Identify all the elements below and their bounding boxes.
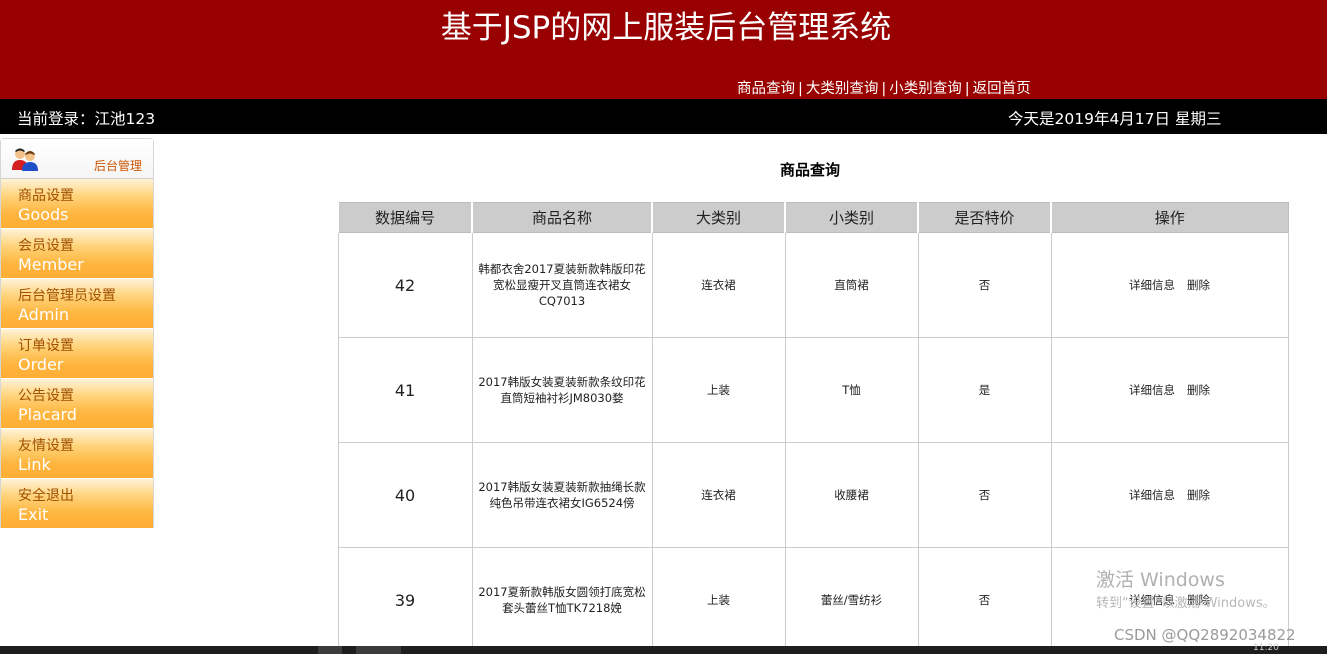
sidebar-item-admin[interactable]: 后台管理员设置 Admin [1, 279, 153, 329]
app-header: 基于JSP的网上服装后台管理系统 商品查询 | 大类别查询 | 小类别查询 | 返回首页 [0, 0, 1327, 99]
cell-special: 是 [917, 337, 1052, 443]
cell-small-category: 直筒裙 [784, 232, 919, 338]
column-header: 是否特价 [917, 202, 1052, 233]
cell-name: 2017韩版女装夏装新款条纹印花直筒短袖衬衫JM8030婺 [471, 337, 653, 443]
sidebar-item-sublabel: Placard [18, 405, 77, 424]
sidebar-item-sublabel: Member [18, 255, 84, 274]
cell-big-category: 连衣裙 [651, 442, 786, 548]
cell-small-category: 收腰裙 [784, 442, 919, 548]
table-row: 42 韩都衣舍2017夏装新款韩版印花宽松显瘦开叉直筒连衣裙女CQ7013 连衣… [337, 232, 1289, 338]
page-title: 基于JSP的网上服装后台管理系统 [440, 10, 892, 46]
delete-link[interactable]: 删除 [1187, 383, 1210, 397]
sidebar-item-sublabel: Goods [18, 205, 69, 224]
sidebar-item-member[interactable]: 会员设置 Member [1, 229, 153, 279]
sidebar-item-label: 商品设置 [18, 188, 74, 204]
nav-separator: | [964, 81, 970, 97]
sidebar-item-placard[interactable]: 公告设置 Placard [1, 379, 153, 429]
taskbar: 11:20 [0, 643, 1327, 654]
cell-name: 韩都衣舍2017夏装新款韩版印花宽松显瘦开叉直筒连衣裙女CQ7013 [471, 232, 653, 338]
sidebar-item-exit[interactable]: 安全退出 Exit [1, 479, 153, 529]
cell-name: 2017夏新款韩版女圆领打底宽松套头蕾丝T恤TK7218娩 [471, 547, 653, 653]
activate-windows-watermark: 激活 Windows [1096, 569, 1225, 591]
taskbar-item[interactable] [318, 646, 342, 654]
sidebar-item-label: 公告设置 [18, 388, 74, 404]
cell-small-category: 蕾丝/雪纺衫 [784, 547, 919, 653]
sidebar-item-sublabel: Admin [18, 305, 69, 324]
cell-id: 41 [337, 337, 473, 443]
sidebar-item-label: 安全退出 [18, 488, 74, 504]
table-row: 40 2017韩版女装夏装新款抽绳长款纯色吊带连衣裙女IG6524傍 连衣裙 收… [337, 442, 1289, 548]
nav-small-category-query[interactable]: 小类别查询 [889, 81, 962, 97]
detail-link[interactable]: 详细信息 [1129, 278, 1175, 292]
sidebar: 后台管理 商品设置 Goods 会员设置 Member 后台管理员设置 Admi… [0, 138, 154, 529]
column-header: 大类别 [651, 202, 786, 233]
cell-big-category: 上装 [651, 337, 786, 443]
nav-separator: | [798, 81, 803, 97]
sidebar-item-link[interactable]: 友情设置 Link [1, 429, 153, 479]
content-title: 商品查询 [780, 161, 841, 179]
delete-link[interactable]: 删除 [1187, 278, 1210, 292]
csdn-watermark: CSDN @QQ2892034822 [1114, 626, 1296, 644]
sidebar-item-sublabel: Order [18, 355, 64, 374]
sidebar-item-label: 友情设置 [18, 438, 74, 454]
top-nav: 商品查询 | 大类别查询 | 小类别查询 | 返回首页 [737, 77, 1031, 98]
column-header: 数据编号 [337, 202, 473, 233]
cell-big-category: 上装 [651, 547, 786, 653]
cell-actions: 详细信息 删除 [1050, 232, 1289, 338]
sidebar-item-label: 会员设置 [18, 238, 74, 254]
cell-special: 否 [917, 232, 1052, 338]
cell-big-category: 连衣裙 [651, 232, 786, 338]
sidebar-heading: 后台管理 [94, 159, 143, 173]
column-header: 操作 [1050, 202, 1289, 233]
user-bar: 当前登录：江池123 今天是2019年4月17日 星期三 [0, 99, 1327, 134]
users-icon [12, 148, 38, 171]
nav-big-category-query[interactable]: 大类别查询 [806, 81, 879, 97]
cell-name: 2017韩版女装夏装新款抽绳长款纯色吊带连衣裙女IG6524傍 [471, 442, 653, 548]
column-header: 小类别 [784, 202, 919, 233]
activate-windows-hint: 转到“设置”以激活 Windows。 [1096, 596, 1276, 611]
current-date: 今天是2019年4月17日 星期三 [1008, 110, 1222, 128]
sidebar-item-sublabel: Exit [18, 505, 49, 524]
cell-id: 39 [337, 547, 473, 653]
taskbar-item[interactable] [356, 646, 401, 654]
nav-goods-query[interactable]: 商品查询 [737, 81, 795, 97]
table-header-row: 数据编号 商品名称 大类别 小类别 是否特价 操作 [337, 202, 1289, 233]
sidebar-header: 后台管理 [1, 139, 153, 179]
column-header: 商品名称 [471, 202, 653, 233]
detail-link[interactable]: 详细信息 [1129, 383, 1175, 397]
nav-separator: | [881, 81, 887, 97]
cell-special: 否 [917, 547, 1052, 653]
nav-back-home[interactable]: 返回首页 [973, 81, 1031, 97]
current-user: 当前登录：江池123 [17, 110, 156, 128]
sidebar-item-order[interactable]: 订单设置 Order [1, 329, 153, 379]
sidebar-item-label: 订单设置 [18, 338, 74, 354]
sidebar-item-goods[interactable]: 商品设置 Goods [1, 179, 153, 229]
sidebar-item-sublabel: Link [18, 455, 51, 474]
taskbar-clock: 11:20 [1253, 643, 1279, 653]
cell-id: 40 [337, 442, 473, 548]
delete-link[interactable]: 删除 [1187, 488, 1210, 502]
cell-special: 否 [917, 442, 1052, 548]
cell-small-category: T恤 [784, 337, 919, 443]
cell-id: 42 [337, 232, 473, 338]
cell-actions: 详细信息 删除 [1050, 337, 1289, 443]
cell-actions: 详细信息 删除 [1050, 442, 1289, 548]
detail-link[interactable]: 详细信息 [1129, 488, 1175, 502]
table-row: 41 2017韩版女装夏装新款条纹印花直筒短袖衬衫JM8030婺 上装 T恤 是… [337, 337, 1289, 443]
sidebar-item-label: 后台管理员设置 [18, 288, 116, 304]
